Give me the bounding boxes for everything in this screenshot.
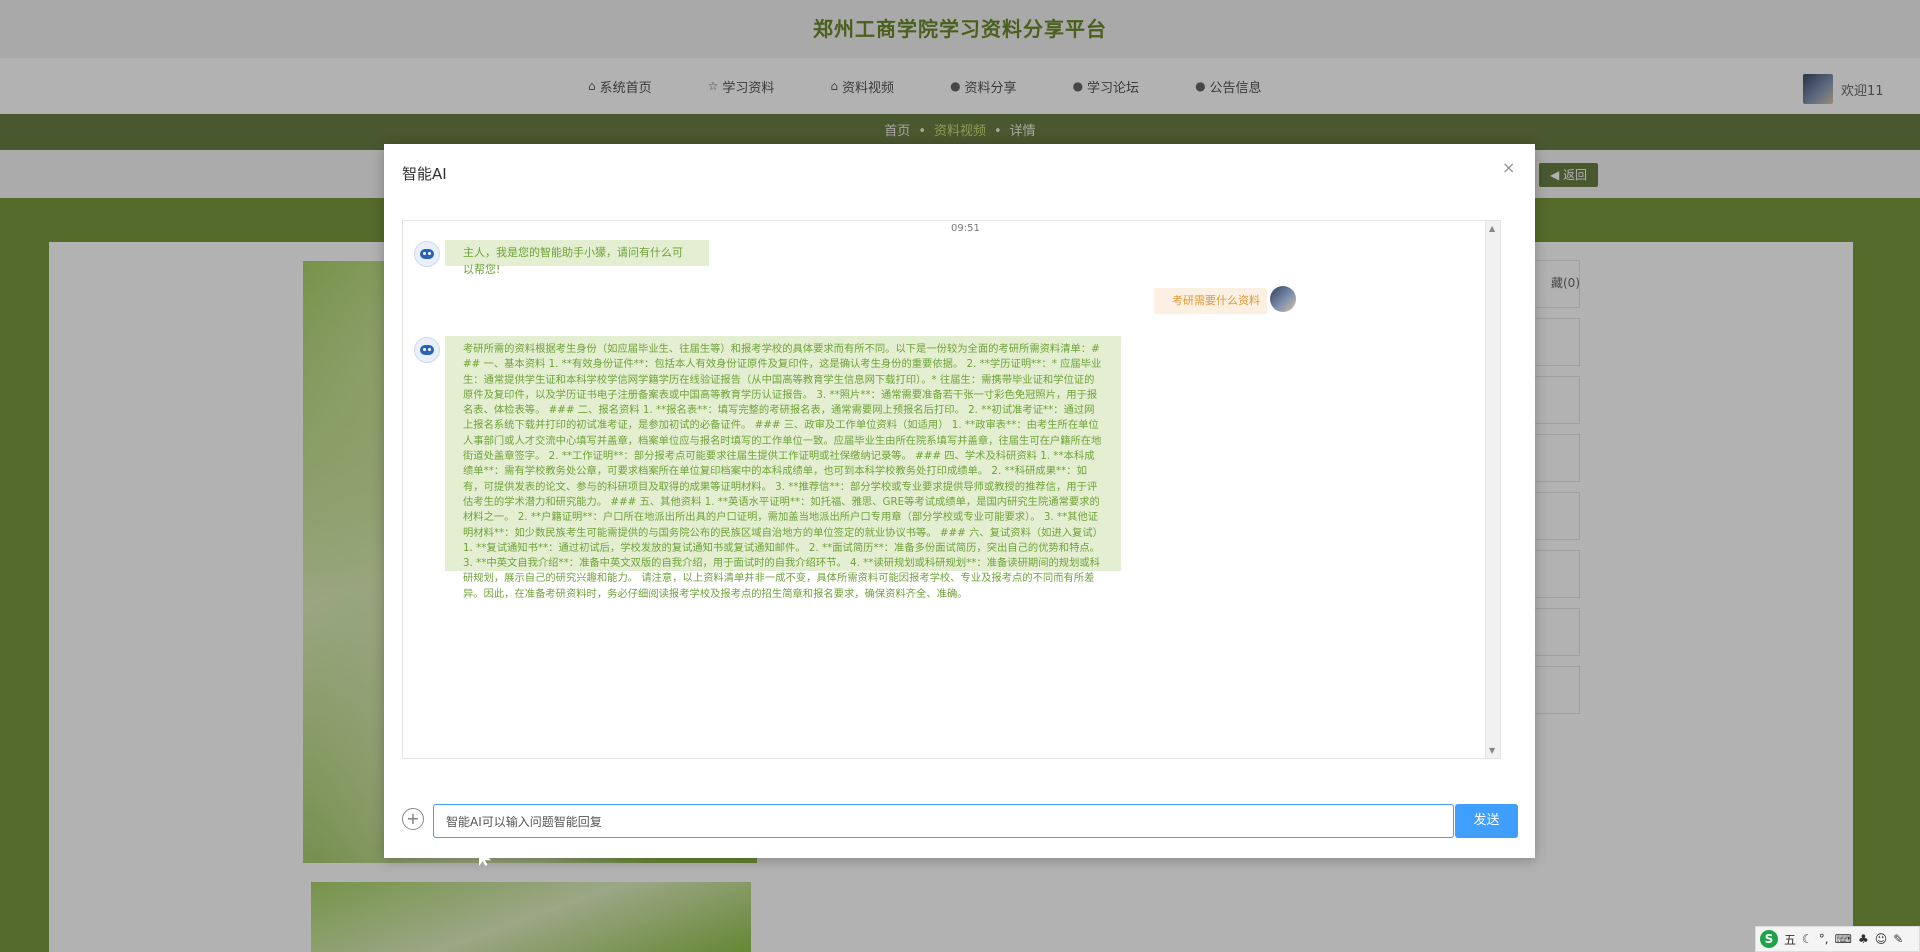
tools-icon[interactable]: ✎ bbox=[1893, 932, 1903, 946]
bot-avatar-icon bbox=[414, 241, 440, 267]
moon-icon[interactable]: ☾ bbox=[1802, 932, 1813, 946]
chat-history[interactable]: 09:51 主人，我是您的智能助手小獴，请问有什么可以帮您! 考研需要什么资料 … bbox=[402, 220, 1501, 759]
scroll-up-icon[interactable]: ▲ bbox=[1489, 224, 1495, 233]
user-message: 考研需要什么资料 bbox=[1154, 288, 1267, 314]
user-avatar bbox=[1270, 286, 1296, 312]
keyboard-icon[interactable]: ⌨ bbox=[1835, 932, 1852, 946]
ime-logo-icon: S bbox=[1760, 930, 1778, 948]
bot-message: 考研所需的资料根据考生身份（如应届毕业生、往届生等）和报考学校的具体要求而有所不… bbox=[445, 336, 1121, 600]
send-button[interactable]: 发送 bbox=[1455, 804, 1518, 838]
ai-chat-dialog: 智能AI × 09:51 主人，我是您的智能助手小獴，请问有什么可以帮您! 考研… bbox=[384, 144, 1535, 858]
punctuation-icon[interactable]: °, bbox=[1819, 932, 1829, 946]
close-icon[interactable]: × bbox=[1502, 158, 1515, 177]
skin-icon[interactable]: ♣ bbox=[1858, 932, 1869, 946]
bot-avatar-icon bbox=[414, 337, 440, 363]
chat-input[interactable] bbox=[433, 804, 1454, 838]
ime-mode[interactable]: 五 bbox=[1784, 931, 1796, 948]
bot-message: 主人，我是您的智能助手小獴，请问有什么可以帮您! bbox=[445, 240, 709, 276]
dialog-title: 智能AI bbox=[402, 165, 447, 183]
add-attachment-icon[interactable]: + bbox=[402, 808, 424, 830]
ime-toolbar[interactable]: S 五 ☾ °, ⌨ ♣ ☺ ✎ bbox=[1755, 926, 1920, 952]
message-timestamp: 09:51 bbox=[951, 223, 980, 234]
scroll-down-icon[interactable]: ▼ bbox=[1489, 746, 1495, 755]
user-icon[interactable]: ☺ bbox=[1875, 932, 1888, 946]
chat-scrollbar[interactable]: ▲ ▼ bbox=[1485, 221, 1500, 758]
